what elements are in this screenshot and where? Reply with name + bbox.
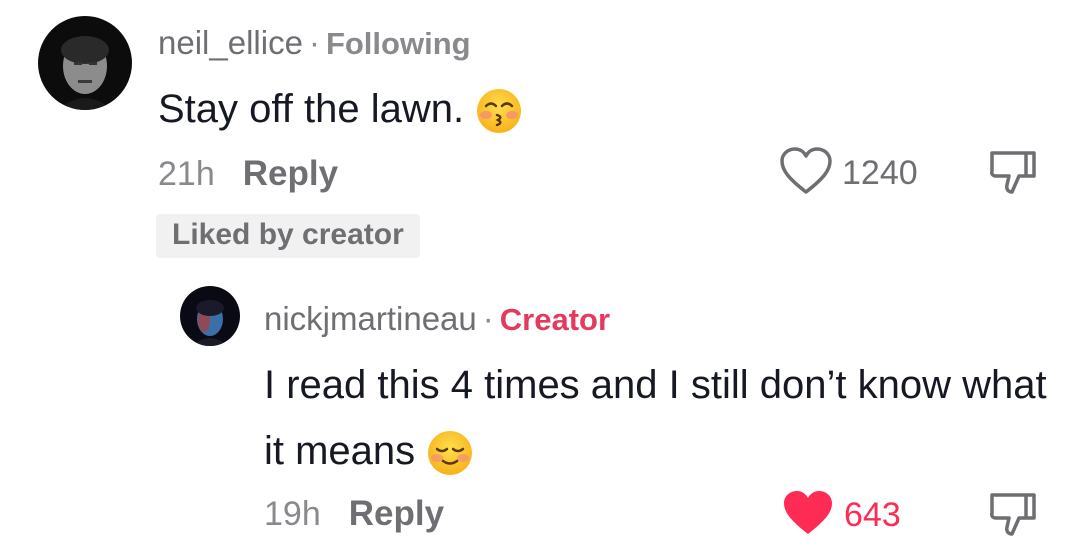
comments-thread: neil_ellice · Following Stay off the lawn. — [0, 0, 1080, 556]
comment-text: Stay off the lawn. — [158, 76, 522, 142]
creator-tag: Creator — [499, 302, 611, 337]
username[interactable]: nickjmartineau — [264, 300, 477, 337]
like-count: 643 — [844, 496, 901, 534]
avatar[interactable] — [38, 16, 132, 110]
timestamp: 19h — [264, 495, 321, 533]
thumbs-down-icon — [986, 493, 1040, 544]
dislike-button[interactable] — [986, 148, 1040, 203]
reply-button[interactable]: Reply — [349, 494, 444, 533]
username[interactable]: neil_ellice — [158, 24, 303, 61]
timestamp: 21h — [158, 155, 215, 193]
thumbs-down-icon — [986, 151, 1040, 202]
avatar[interactable] — [180, 286, 240, 346]
dislike-button[interactable] — [986, 490, 1040, 545]
reply-button[interactable]: Reply — [243, 154, 338, 193]
like-count: 1240 — [842, 154, 918, 192]
comment-header: nickjmartineau · Creator — [264, 300, 610, 338]
comment-body: Stay off the lawn. — [158, 87, 465, 131]
comment-text: I read this 4 times and I still don’t kn… — [264, 352, 1054, 484]
like-button[interactable]: 1240 — [778, 146, 918, 201]
kissing-face-with-smiling-eyes-icon — [476, 88, 522, 134]
comment-meta: 19h Reply — [264, 494, 444, 534]
comment-meta: 21h Reply — [158, 154, 338, 194]
relieved-face-icon — [427, 430, 473, 476]
following-tag: Following — [325, 26, 471, 61]
heart-filled-icon — [780, 488, 836, 543]
liked-by-creator-badge: Liked by creator — [156, 214, 420, 258]
like-button[interactable]: 643 — [780, 488, 901, 543]
comment-header: neil_ellice · Following — [158, 24, 471, 62]
separator-dot: · — [308, 24, 320, 61]
comment-body: I read this 4 times and I still don’t kn… — [264, 363, 1047, 473]
separator-dot: · — [482, 300, 494, 337]
heart-outline-icon — [778, 146, 834, 201]
